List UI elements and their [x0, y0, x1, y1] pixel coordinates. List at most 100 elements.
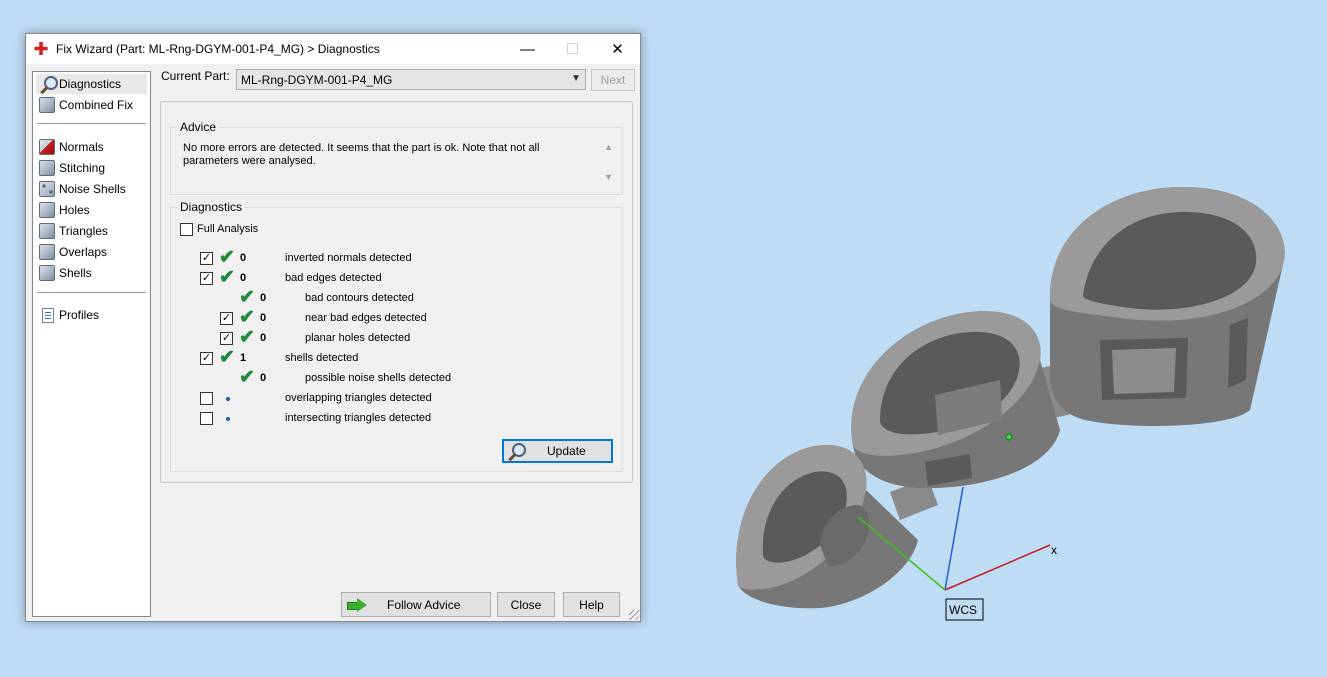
- row-count: 0: [240, 252, 247, 264]
- minimize-button[interactable]: —: [505, 34, 550, 64]
- not-analysed-dot-icon: [226, 397, 230, 401]
- sidebar-item-label: Noise Shells: [59, 182, 126, 196]
- resize-grip-icon[interactable]: [629, 610, 639, 620]
- check-ok-icon: ✔: [219, 267, 235, 288]
- advice-group: Advice No more errors are detected. It s…: [170, 120, 623, 195]
- follow-advice-label: Follow Advice: [387, 597, 461, 612]
- next-button[interactable]: Next: [591, 69, 635, 91]
- row-label: planar holes detected: [305, 332, 411, 344]
- noise-shells-icon: [39, 181, 55, 197]
- wizard-sidebar: Diagnostics Combined Fix Normals Stitchi…: [32, 71, 151, 617]
- update-label: Update: [547, 444, 586, 458]
- green-arrow-icon: [347, 597, 367, 612]
- close-button[interactable]: Close: [497, 592, 555, 617]
- sidebar-item-triangles[interactable]: Triangles: [36, 221, 147, 241]
- sidebar-divider: [37, 292, 146, 293]
- row-label: bad edges detected: [285, 272, 382, 284]
- sidebar-item-combined-fix[interactable]: Combined Fix: [36, 95, 147, 115]
- check-ok-icon: ✔: [239, 287, 255, 308]
- window-title: Fix Wizard (Part: ML-Rng-DGYM-001-P4_MG)…: [56, 42, 380, 56]
- pivot-marker: [1005, 433, 1013, 441]
- document-icon: [42, 307, 54, 323]
- z-axis-line: [944, 486, 964, 591]
- row-label: intersecting triangles detected: [285, 412, 432, 424]
- app-cross-icon: ✚: [33, 38, 49, 59]
- sidebar-item-label: Overlaps: [59, 245, 108, 259]
- maximize-button[interactable]: ☐: [550, 34, 595, 64]
- close-window-button[interactable]: ✕: [595, 34, 640, 64]
- row-label: shells detected: [285, 352, 359, 364]
- row-label: inverted normals detected: [285, 252, 412, 264]
- large-ring: [1049, 186, 1285, 426]
- update-button[interactable]: Update: [502, 439, 613, 463]
- check-ok-icon: ✔: [219, 247, 235, 268]
- row-label: near bad edges detected: [305, 312, 427, 324]
- sidebar-item-label: Shells: [59, 266, 92, 280]
- current-part-label: Current Part:: [161, 69, 230, 83]
- check-ok-icon: ✔: [239, 307, 255, 328]
- sidebar-item-label: Triangles: [59, 224, 108, 238]
- wcs-label: WCS: [949, 603, 977, 617]
- sidebar-item-profiles[interactable]: Profiles: [36, 305, 147, 325]
- sidebar-item-normals[interactable]: Normals: [36, 137, 147, 157]
- cube-icon: [39, 97, 55, 113]
- sidebar-item-stitching[interactable]: Stitching: [36, 158, 147, 178]
- current-part-value: ML-Rng-DGYM-001-P4_MG: [241, 73, 393, 87]
- sidebar-divider: [37, 123, 146, 124]
- sidebar-item-label: Profiles: [59, 308, 100, 322]
- row-count: 0: [260, 332, 267, 344]
- help-button[interactable]: Help: [563, 592, 620, 617]
- x-axis-label: x: [1051, 543, 1057, 557]
- sidebar-item-holes[interactable]: Holes: [36, 200, 147, 220]
- scroll-up-icon[interactable]: ▲: [604, 142, 613, 152]
- row-checkbox[interactable]: ✓: [200, 352, 213, 365]
- follow-advice-button[interactable]: Follow Advice: [341, 592, 491, 617]
- row-checkbox[interactable]: [200, 392, 213, 405]
- sidebar-item-overlaps[interactable]: Overlaps: [36, 242, 147, 262]
- holes-cube-icon: [39, 202, 55, 218]
- current-part-dropdown[interactable]: ML-Rng-DGYM-001-P4_MG ▼: [236, 69, 586, 90]
- fix-wizard-window[interactable]: ✚ Fix Wizard (Part: ML-Rng-DGYM-001-P4_M…: [25, 33, 641, 622]
- full-analysis-label: Full Analysis: [197, 223, 259, 235]
- triangles-cube-icon: [39, 223, 55, 239]
- sidebar-item-diagnostics[interactable]: Diagnostics: [36, 74, 147, 94]
- sidebar-item-label: Stitching: [59, 161, 106, 175]
- row-count: 0: [240, 272, 247, 284]
- row-checkbox[interactable]: ✓: [200, 272, 213, 285]
- advice-text: No more errors are detected. It seems th…: [183, 142, 540, 167]
- row-count: 0: [260, 312, 267, 324]
- row-label: bad contours detected: [305, 292, 414, 304]
- magnifier-icon: [39, 76, 58, 92]
- row-checkbox[interactable]: ✓: [220, 332, 233, 345]
- not-analysed-dot-icon: [226, 417, 230, 421]
- row-label: overlapping triangles detected: [285, 392, 432, 404]
- row-count: 0: [260, 372, 267, 384]
- row-checkbox[interactable]: ✓: [220, 312, 233, 325]
- check-ok-icon: ✔: [239, 367, 255, 388]
- title-bar[interactable]: ✚ Fix Wizard (Part: ML-Rng-DGYM-001-P4_M…: [26, 34, 640, 64]
- sidebar-item-noise-shells[interactable]: Noise Shells: [36, 179, 147, 199]
- stitching-cube-icon: [39, 160, 55, 176]
- diagnostics-group: Diagnostics Full Analysis ✓ ✔ 0 inverted…: [170, 200, 623, 472]
- chevron-down-icon: ▼: [571, 73, 581, 84]
- diagnostics-title: Diagnostics: [177, 200, 246, 214]
- sidebar-item-label: Combined Fix: [59, 98, 134, 112]
- normals-cube-icon: [39, 139, 55, 155]
- scroll-down-icon[interactable]: ▼: [604, 172, 613, 182]
- row-checkbox[interactable]: ✓: [200, 252, 213, 265]
- row-count: 1: [240, 352, 247, 364]
- magnifier-icon: [507, 443, 526, 459]
- row-checkbox[interactable]: [200, 412, 213, 425]
- diagnostics-panel: Advice No more errors are detected. It s…: [160, 101, 633, 483]
- overlaps-cube-icon: [39, 244, 55, 260]
- advice-title: Advice: [177, 120, 220, 134]
- row-label: possible noise shells detected: [305, 372, 452, 384]
- row-count: 0: [260, 292, 267, 304]
- sidebar-item-shells[interactable]: Shells: [36, 263, 147, 283]
- sidebar-item-label: Diagnostics: [59, 77, 122, 91]
- check-ok-icon: ✔: [239, 327, 255, 348]
- middle-ring: [851, 311, 1060, 489]
- x-axis-line: [944, 544, 1051, 591]
- shells-cube-icon: [39, 265, 55, 281]
- full-analysis-checkbox[interactable]: [180, 223, 193, 236]
